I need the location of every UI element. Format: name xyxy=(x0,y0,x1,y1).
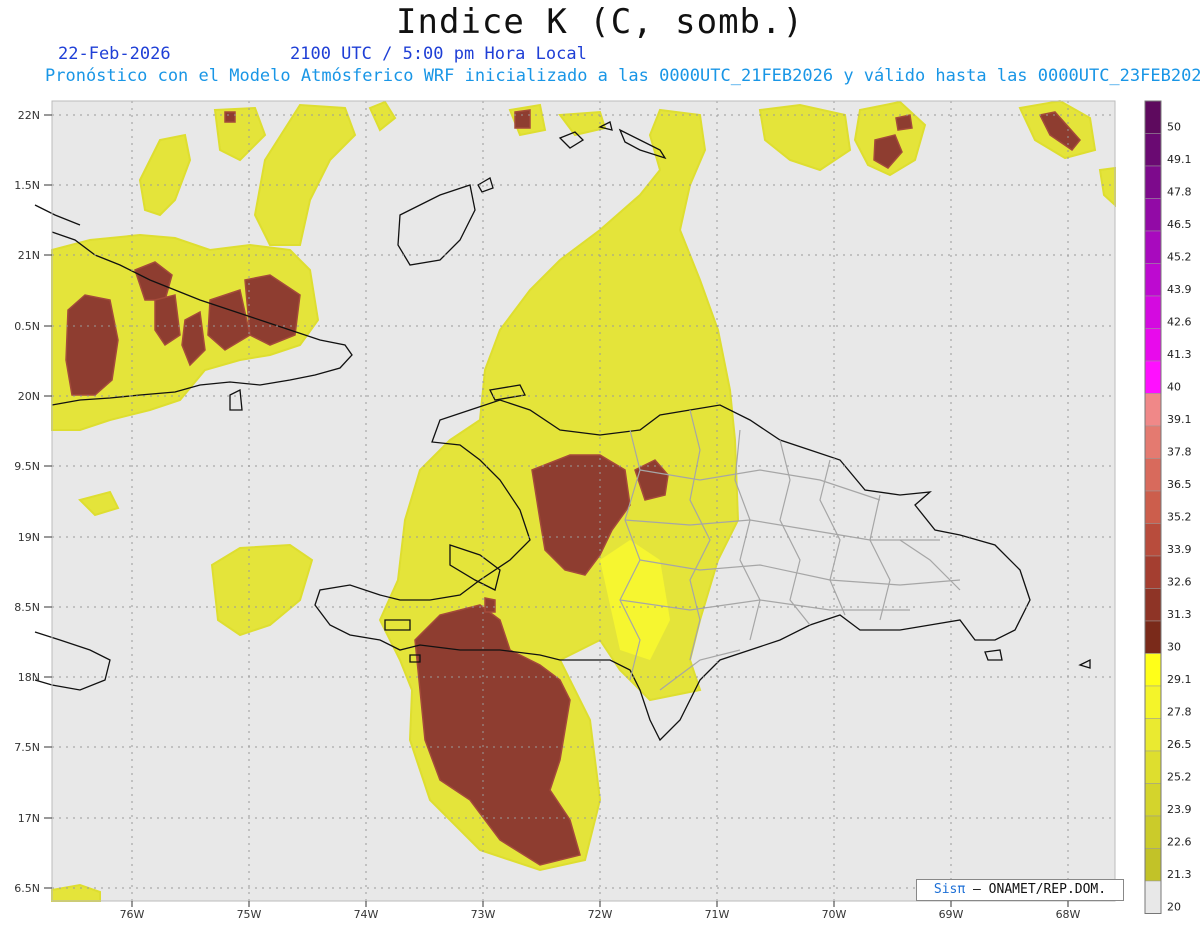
legend-label: 40 xyxy=(1167,381,1181,394)
lat-label: 21N xyxy=(18,249,40,262)
legend-swatch xyxy=(1144,295,1162,329)
lon-label: 73W xyxy=(471,908,496,921)
lat-label: 19N xyxy=(18,531,40,544)
lat-label: 7.5N xyxy=(14,741,40,754)
legend-label: 22.6 xyxy=(1167,836,1192,849)
legend-swatch xyxy=(1144,263,1162,297)
legend-swatch xyxy=(1144,848,1162,882)
legend-label: 35.2 xyxy=(1167,511,1192,524)
legend-swatch xyxy=(1144,360,1162,394)
lat-label: 22N xyxy=(18,109,40,122)
longitude-labels: 76W 75W 74W 73W 72W 71W 70W 69W 68W xyxy=(120,908,1081,921)
legend-label: 27.8 xyxy=(1167,706,1192,719)
legend-swatch xyxy=(1144,393,1162,427)
legend-label: 33.9 xyxy=(1167,543,1192,556)
color-legend: 50 49.1 47.8 46.5 45.2 43.9 42.6 41.3 40 39.1 37.8… xyxy=(1144,100,1192,914)
credit-org: – ONAMET/REP.DOM. xyxy=(973,882,1107,897)
lon-label: 74W xyxy=(354,908,379,921)
legend-swatch xyxy=(1144,880,1162,914)
legend-swatch xyxy=(1144,523,1162,557)
k-index-map: 22N 1.5N 21N 0.5N 20N 9.5N 19N 8.5N 18N … xyxy=(14,99,1192,921)
legend-swatch xyxy=(1144,783,1162,817)
legend-label: 39.1 xyxy=(1167,413,1192,426)
legend-label: 26.5 xyxy=(1167,738,1192,751)
legend-swatch xyxy=(1144,165,1162,199)
lat-label: 8.5N xyxy=(14,601,40,614)
lon-label: 76W xyxy=(120,908,145,921)
legend-swatch xyxy=(1144,620,1162,654)
legend-label: 45.2 xyxy=(1167,251,1192,264)
legend-swatch xyxy=(1144,685,1162,719)
lon-label: 69W xyxy=(939,908,964,921)
legend-swatch xyxy=(1144,100,1162,134)
legend-swatch xyxy=(1144,718,1162,752)
lon-label: 75W xyxy=(237,908,262,921)
latitude-ticks xyxy=(44,114,52,889)
lon-label: 72W xyxy=(588,908,613,921)
legend-label: 43.9 xyxy=(1167,283,1192,296)
legend-label: 50 xyxy=(1167,121,1181,134)
lat-label: 6.5N xyxy=(14,882,40,895)
legend-swatch xyxy=(1144,133,1162,167)
legend-label: 31.3 xyxy=(1167,608,1192,621)
legend-label: 32.6 xyxy=(1167,576,1192,589)
lon-label: 71W xyxy=(705,908,730,921)
lat-label: 17N xyxy=(18,812,40,825)
legend-swatch xyxy=(1144,815,1162,849)
lat-label: 20N xyxy=(18,390,40,403)
legend-label: 20 xyxy=(1167,901,1181,914)
lon-label: 68W xyxy=(1056,908,1081,921)
legend-label: 42.6 xyxy=(1167,316,1192,329)
credit-box: Sisπ – ONAMET/REP.DOM. xyxy=(916,879,1124,901)
legend-label: 21.3 xyxy=(1167,868,1192,881)
legend-label: 49.1 xyxy=(1167,153,1192,166)
legend-label: 30 xyxy=(1167,641,1181,654)
legend-swatch xyxy=(1144,230,1162,264)
legend-swatch xyxy=(1144,555,1162,589)
legend-label: 46.5 xyxy=(1167,218,1192,231)
legend-swatch xyxy=(1144,588,1162,622)
legend-swatch xyxy=(1144,653,1162,687)
lat-label: 18N xyxy=(18,671,40,684)
lat-label: 9.5N xyxy=(14,460,40,473)
lat-label: 1.5N xyxy=(14,179,40,192)
legend-swatch xyxy=(1144,458,1162,492)
legend-label: 25.2 xyxy=(1167,771,1192,784)
legend-label: 36.5 xyxy=(1167,478,1192,491)
legend-label: 37.8 xyxy=(1167,446,1192,459)
lon-label: 70W xyxy=(822,908,847,921)
legend-swatch xyxy=(1144,490,1162,524)
lat-label: 0.5N xyxy=(14,320,40,333)
legend-label: 47.8 xyxy=(1167,186,1192,199)
legend-swatch xyxy=(1144,425,1162,459)
credit-brand-symbol: π xyxy=(957,882,966,897)
legend-label: 29.1 xyxy=(1167,673,1192,686)
credit-brand: Sis xyxy=(933,882,958,897)
legend-swatch xyxy=(1144,328,1162,362)
legend-label: 23.9 xyxy=(1167,803,1192,816)
legend-swatch xyxy=(1144,198,1162,232)
legend-swatch xyxy=(1144,750,1162,784)
legend-label: 41.3 xyxy=(1167,348,1192,361)
latitude-labels: 22N 1.5N 21N 0.5N 20N 9.5N 19N 8.5N 18N … xyxy=(14,109,40,895)
longitude-ticks xyxy=(131,901,1069,907)
